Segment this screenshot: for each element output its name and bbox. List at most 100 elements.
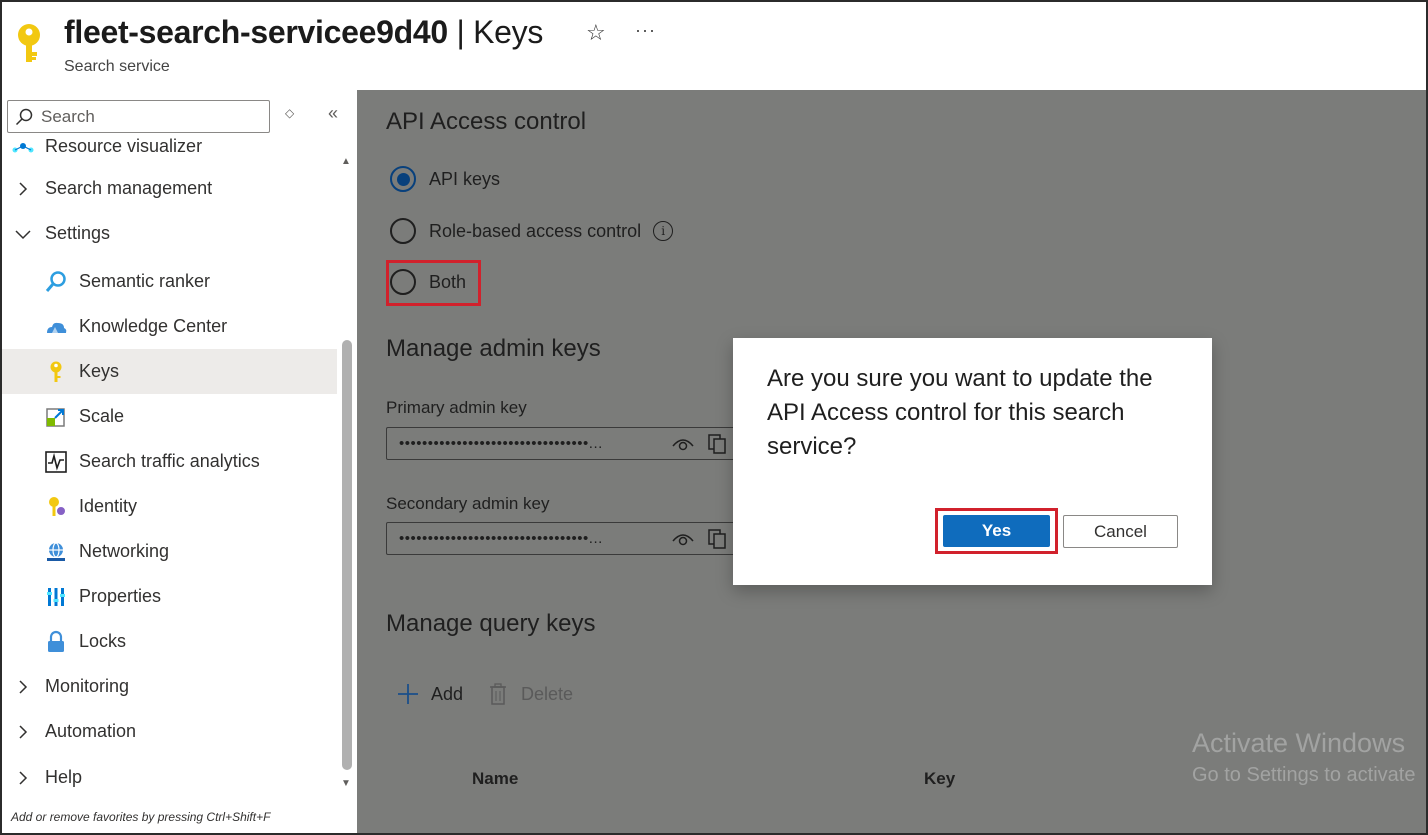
lock-icon xyxy=(48,630,64,652)
more-icon[interactable]: ··· xyxy=(635,20,656,41)
favorites-hint: Add or remove favorites by pressing Ctrl… xyxy=(11,810,271,824)
manage-query-heading: Manage query keys xyxy=(386,610,596,637)
chevron-right-icon xyxy=(19,679,28,694)
activation-watermark-title: Activate Windows xyxy=(1192,728,1406,758)
radio-both[interactable]: Both xyxy=(390,269,466,295)
trash-icon xyxy=(490,683,506,705)
sidebar-item-networking[interactable]: Networking xyxy=(2,529,337,574)
collapse-sidebar-icon[interactable]: « xyxy=(328,103,338,124)
sidebar-item-semantic-ranker[interactable]: Semantic ranker xyxy=(2,259,337,304)
radio-label: Both xyxy=(429,271,467,292)
star-icon[interactable]: ☆ xyxy=(586,20,606,46)
key-icon xyxy=(18,24,40,62)
column-header-name: Name xyxy=(472,769,519,788)
sidebar-item-locks[interactable]: Locks xyxy=(2,619,337,664)
window-frame: fleet-search-servicee9d40 | Keys Search … xyxy=(0,0,1428,835)
sidebar-item-label: Identity xyxy=(79,496,138,516)
sidebar-item-label: Knowledge Center xyxy=(79,316,228,336)
chevron-right-icon xyxy=(19,181,28,196)
confirm-dialog: Are you sure you want to update the API … xyxy=(733,338,1212,585)
sidebar-scrollbar[interactable] xyxy=(342,340,352,770)
copy-icon[interactable] xyxy=(708,529,726,549)
page-title: fleet-search-servicee9d40 | Keys xyxy=(64,14,543,51)
page-name: Keys xyxy=(473,14,544,50)
sidebar-item-label: Scale xyxy=(79,406,125,426)
sidebar-item-resource-visualizer[interactable]: Resource visualizer xyxy=(2,136,337,169)
info-icon[interactable]: i xyxy=(653,221,674,241)
secondary-key-value: •••••••••••••••••••••••••••••••••... xyxy=(399,530,603,547)
sidebar-item-search-management[interactable]: Search management xyxy=(2,166,337,211)
sidebar-nav: Resource visualizer Search management Se… xyxy=(2,136,337,806)
key-icon xyxy=(50,361,62,382)
sidebar-item-keys[interactable]: Keys xyxy=(2,349,337,394)
chevron-down-icon xyxy=(15,229,31,239)
scroll-up-arrow[interactable]: ▲ xyxy=(341,156,351,167)
delete-query-key-button[interactable]: Delete xyxy=(489,683,573,705)
sidebar-item-label: Search traffic analytics xyxy=(79,451,260,471)
sidebar-search[interactable] xyxy=(7,100,270,133)
sidebar-item-automation[interactable]: Automation xyxy=(2,709,337,754)
radio-label: Role-based access control xyxy=(429,220,642,241)
scale-icon xyxy=(46,407,65,427)
resource-type: Search service xyxy=(64,58,170,75)
title-separator: | xyxy=(447,14,474,50)
sidebar-item-label: Locks xyxy=(79,631,127,651)
add-query-key-button[interactable]: Add xyxy=(397,683,463,705)
page-header: fleet-search-servicee9d40 | Keys Search … xyxy=(2,2,1426,90)
sidebar-item-label: Help xyxy=(45,767,83,787)
yes-button[interactable]: Yes xyxy=(943,515,1050,547)
properties-icon xyxy=(47,587,65,606)
eye-icon[interactable] xyxy=(672,531,694,547)
add-label: Add xyxy=(431,683,464,704)
radio-api-keys[interactable]: API keys xyxy=(390,166,500,192)
eye-icon[interactable] xyxy=(672,436,694,452)
sidebar-item-settings[interactable]: Settings xyxy=(2,211,337,256)
sidebar-item-monitoring[interactable]: Monitoring xyxy=(2,664,337,709)
sidebar-item-search-traffic-analytics[interactable]: Search traffic analytics xyxy=(2,439,337,484)
delete-label: Delete xyxy=(521,683,574,704)
sidebar-item-properties[interactable]: Properties xyxy=(2,574,337,619)
sidebar-item-label: Keys xyxy=(79,361,120,381)
chevron-right-icon xyxy=(19,770,28,785)
sidebar-item-scale[interactable]: Scale xyxy=(2,394,337,439)
identity-icon xyxy=(49,496,65,516)
knowledge-center-icon xyxy=(47,322,67,333)
copy-icon[interactable] xyxy=(708,434,726,454)
secondary-key-label: Secondary admin key xyxy=(386,494,550,513)
search-input[interactable] xyxy=(41,106,261,128)
sidebar-item-label: Resource visualizer xyxy=(45,136,203,156)
chevron-right-icon xyxy=(19,724,28,739)
sidebar-item-knowledge-center[interactable]: Knowledge Center xyxy=(2,304,337,349)
sidebar-item-label: Search management xyxy=(45,178,213,198)
radio-button[interactable] xyxy=(390,269,416,295)
sidebar-item-identity[interactable]: Identity xyxy=(2,484,337,529)
resource-name: fleet-search-servicee9d40 xyxy=(64,14,448,50)
sidebar-item-label: Automation xyxy=(45,721,137,741)
sidebar-item-label: Monitoring xyxy=(45,676,130,696)
column-header-key: Key xyxy=(924,769,956,788)
radio-button-checked[interactable] xyxy=(390,166,416,192)
radio-role-based[interactable]: Role-based access control i xyxy=(390,218,674,244)
plus-icon xyxy=(398,684,418,704)
resource-visualizer-icon xyxy=(12,143,34,153)
sidebar: ◇ « Resource visualizer Search managemen… xyxy=(2,90,357,833)
cancel-button[interactable]: Cancel xyxy=(1063,515,1178,548)
sidebar-item-label: Settings xyxy=(45,223,111,243)
highlight-box-yes: Yes xyxy=(935,508,1058,554)
activation-watermark-subtitle: Go to Settings to activate xyxy=(1192,764,1416,786)
search-icon xyxy=(15,108,33,126)
api-access-heading: API Access control xyxy=(386,108,587,135)
sidebar-item-label: Networking xyxy=(79,541,170,561)
radio-label: API keys xyxy=(429,168,501,189)
radio-button[interactable] xyxy=(390,218,416,244)
sidebar-item-help[interactable]: Help xyxy=(2,755,337,800)
analytics-icon xyxy=(45,450,67,473)
scroll-down-arrow[interactable]: ▼ xyxy=(341,778,351,789)
networking-icon xyxy=(47,541,65,561)
sort-toggle-icon[interactable]: ◇ xyxy=(285,106,294,120)
sidebar-item-label: Semantic ranker xyxy=(79,271,211,291)
manage-admin-heading: Manage admin keys xyxy=(386,335,601,362)
primary-key-label: Primary admin key xyxy=(386,398,527,417)
primary-key-value: •••••••••••••••••••••••••••••••••... xyxy=(399,435,603,452)
radio-dot xyxy=(396,172,410,186)
